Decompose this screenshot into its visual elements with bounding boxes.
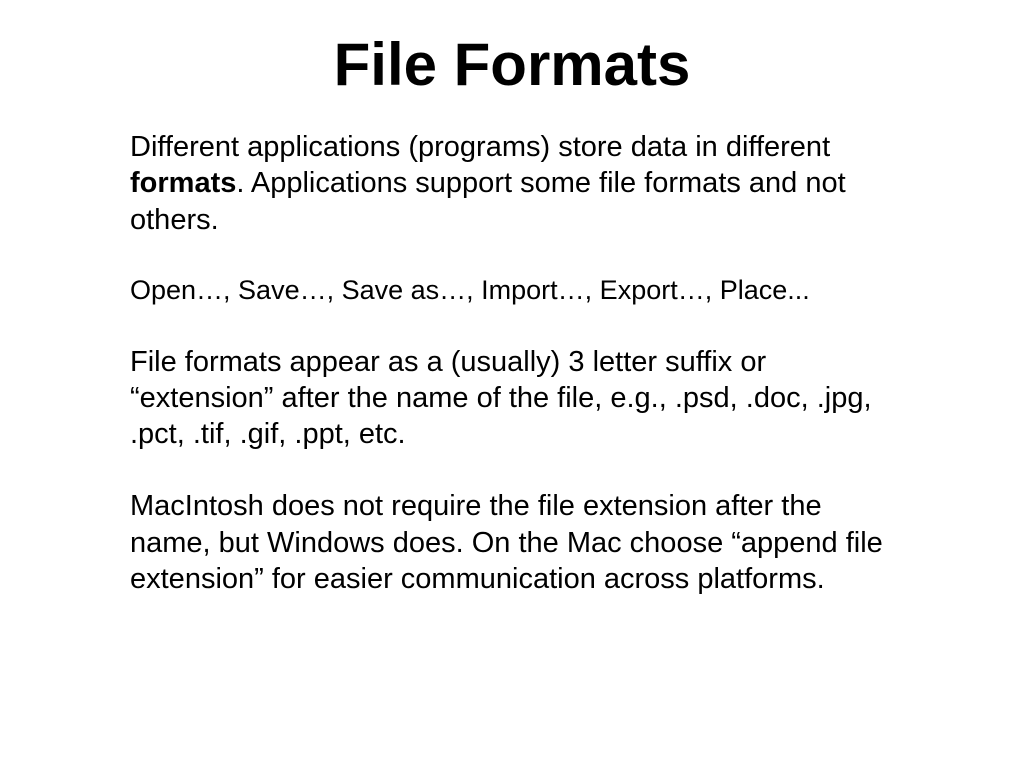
para1-bold-word: formats bbox=[130, 167, 236, 199]
paragraph-intro: Different applications (programs) store … bbox=[130, 129, 894, 238]
paragraph-extensions: File formats appear as a (usually) 3 let… bbox=[130, 344, 894, 453]
slide-content: Different applications (programs) store … bbox=[0, 129, 1024, 597]
para1-text-after: . Applications support some file formats… bbox=[130, 167, 846, 235]
para1-text-before: Different applications (programs) store … bbox=[130, 131, 830, 163]
slide-title: File Formats bbox=[0, 30, 1024, 99]
presentation-slide: File Formats Different applications (pro… bbox=[0, 30, 1024, 768]
paragraph-platforms: MacIntosh does not require the file exte… bbox=[130, 488, 894, 597]
paragraph-commands: Open…, Save…, Save as…, Import…, Export…… bbox=[130, 274, 894, 308]
